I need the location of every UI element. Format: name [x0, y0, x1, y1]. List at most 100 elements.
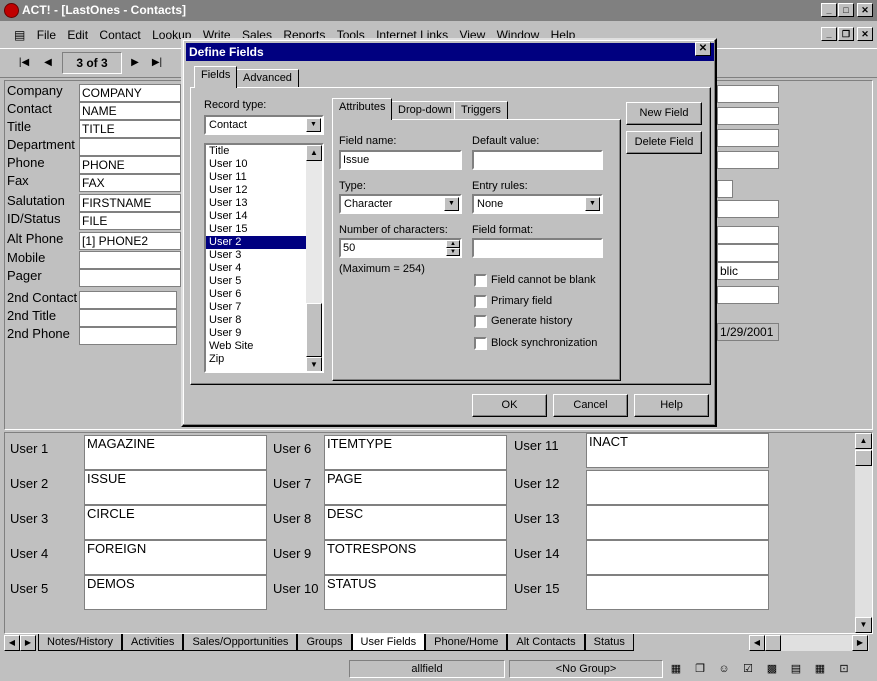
field-list-item[interactable]: User 11	[206, 171, 306, 184]
right-field-1[interactable]	[717, 85, 779, 103]
close-icon[interactable]: ✕	[857, 3, 873, 17]
type-chevron-down-icon[interactable]: ▼	[444, 197, 459, 211]
contact-field-input[interactable]: [1] PHONE2	[79, 232, 181, 250]
field-list-item[interactable]: User 10	[206, 158, 306, 171]
field-list-scrollbar[interactable]: ▲ ▼	[306, 145, 322, 371]
entry-rules-chevron-down-icon[interactable]: ▼	[585, 197, 600, 211]
contact-field-input[interactable]	[79, 309, 177, 327]
type-select[interactable]: Character ▼	[339, 194, 462, 214]
contact-field-input[interactable]: PHONE	[79, 156, 181, 174]
hscroll-thumb[interactable]	[765, 635, 781, 651]
contact-field-input[interactable]: COMPANY	[79, 84, 181, 102]
right-field-3[interactable]	[717, 129, 779, 147]
scroll-down-icon[interactable]: ▼	[855, 617, 872, 633]
task-list-icon[interactable]: ☑	[740, 661, 756, 677]
maximize-icon[interactable]: □	[838, 3, 854, 17]
tab-triggers[interactable]: Triggers	[454, 101, 508, 120]
right-field-2[interactable]	[717, 107, 779, 125]
child-minimize-icon[interactable]: _	[821, 27, 837, 41]
contact-field-input[interactable]: NAME	[79, 102, 181, 120]
chevron-down-icon[interactable]: ▼	[306, 118, 321, 132]
user-field-input[interactable]	[586, 540, 769, 575]
list-scroll-up-icon[interactable]: ▲	[306, 145, 322, 161]
help-button[interactable]: Help	[634, 394, 709, 417]
bottom-tab[interactable]: Sales/Opportunities	[183, 634, 298, 651]
stepper-up-icon[interactable]: ▲	[446, 240, 460, 248]
contact-field-input[interactable]	[79, 251, 181, 269]
tab-drop-down[interactable]: Drop-down	[391, 101, 459, 120]
user-field-input[interactable]: ISSUE	[84, 470, 267, 505]
minimize-icon[interactable]: _	[821, 3, 837, 17]
last-record-icon[interactable]: ▶|	[147, 52, 167, 74]
record-type-select[interactable]: Contact ▼	[204, 115, 324, 135]
prev-record-icon[interactable]: ◀	[38, 52, 58, 74]
contact-field-input[interactable]: FILE	[79, 212, 181, 230]
user-field-input[interactable]: DEMOS	[84, 575, 267, 610]
user-field-input[interactable]: CIRCLE	[84, 505, 267, 540]
cannot-be-blank-label[interactable]: Field cannot be blank	[491, 274, 596, 286]
user-field-input[interactable]: MAGAZINE	[84, 435, 267, 470]
user-field-input[interactable]: STATUS	[324, 575, 507, 610]
default-value-input[interactable]	[472, 150, 603, 170]
field-name-input[interactable]: Issue	[339, 150, 462, 170]
entry-rules-select[interactable]: None ▼	[472, 194, 603, 214]
generate-history-checkbox[interactable]	[474, 315, 487, 328]
horizontal-scrollbar[interactable]: ◀ ▶	[749, 635, 869, 651]
user-field-input[interactable]: DESC	[324, 505, 507, 540]
right-field-5[interactable]	[717, 180, 733, 198]
list-scroll-down-icon[interactable]: ▼	[306, 357, 322, 371]
user-field-input[interactable]: FOREIGN	[84, 540, 267, 575]
field-list-item[interactable]: User 4	[206, 262, 306, 275]
windows-icon[interactable]: ❐	[692, 661, 708, 677]
user-field-input[interactable]	[586, 575, 769, 610]
bottom-tab[interactable]: User Fields	[351, 634, 426, 651]
contact-field-input[interactable]: FAX	[79, 174, 181, 192]
user-field-input[interactable]: TOTRESPONS	[324, 540, 507, 575]
bottom-tab[interactable]: Status	[584, 634, 634, 651]
hscroll-right-icon[interactable]: ▶	[852, 635, 868, 651]
user-field-input[interactable]: INACT	[586, 433, 769, 468]
menu-doc-icon[interactable]: ▤	[0, 24, 29, 46]
field-list-item[interactable]: User 9	[206, 327, 306, 340]
field-list-item[interactable]: User 3	[206, 249, 306, 262]
block-sync-label[interactable]: Block synchronization	[491, 337, 597, 349]
user-field-input[interactable]: ITEMTYPE	[324, 435, 507, 470]
right-field-8[interactable]	[717, 244, 779, 262]
table-icon[interactable]: ▤	[788, 661, 804, 677]
field-list-item[interactable]: User 5	[206, 275, 306, 288]
cancel-button[interactable]: Cancel	[553, 394, 628, 417]
grid-icon[interactable]: ▩	[764, 661, 780, 677]
menu-edit[interactable]: Edit	[63, 24, 92, 46]
bottom-tab[interactable]: Notes/History	[38, 634, 123, 651]
field-list-item[interactable]: User 2	[206, 236, 306, 249]
user-field-input[interactable]: PAGE	[324, 470, 507, 505]
primary-field-label[interactable]: Primary field	[491, 295, 552, 307]
field-list-item[interactable]: User 15	[206, 223, 306, 236]
scroll-up-icon[interactable]: ▲	[855, 433, 872, 449]
menu-file[interactable]: File	[33, 24, 60, 46]
public-field[interactable]: blic	[717, 262, 779, 280]
hscroll-left-icon[interactable]: ◀	[749, 635, 765, 651]
next-record-icon[interactable]: ▶	[125, 52, 145, 74]
menu-contact[interactable]: Contact	[95, 24, 144, 46]
field-list-item[interactable]: User 12	[206, 184, 306, 197]
calendar-icon[interactable]: ▦	[668, 661, 684, 677]
bottom-tab[interactable]: Activities	[122, 634, 184, 651]
tab-scroll-right-icon[interactable]: ▶	[20, 635, 36, 651]
child-close-icon[interactable]: ✕	[857, 27, 873, 41]
primary-field-checkbox[interactable]	[474, 295, 487, 308]
contact-field-input[interactable]: FIRSTNAME	[79, 194, 181, 212]
field-list[interactable]: Title User 10 User 11 User 12 User 13 User 14…	[204, 143, 324, 373]
field-format-input[interactable]	[472, 238, 603, 258]
field-list-item[interactable]: User 8	[206, 314, 306, 327]
dialog-close-icon[interactable]: ✕	[695, 42, 711, 56]
cannot-be-blank-checkbox[interactable]	[474, 274, 487, 287]
field-list-item[interactable]: User 7	[206, 301, 306, 314]
right-field-10[interactable]	[717, 286, 779, 304]
bottom-tab[interactable]: Phone/Home	[425, 634, 508, 651]
contact-field-input[interactable]	[79, 327, 177, 345]
field-list-item[interactable]: Title	[206, 145, 306, 158]
contacts-icon[interactable]: ☺	[716, 661, 732, 677]
right-field-6[interactable]	[717, 200, 779, 218]
num-chars-stepper[interactable]: 50 ▲ ▼	[339, 238, 462, 258]
